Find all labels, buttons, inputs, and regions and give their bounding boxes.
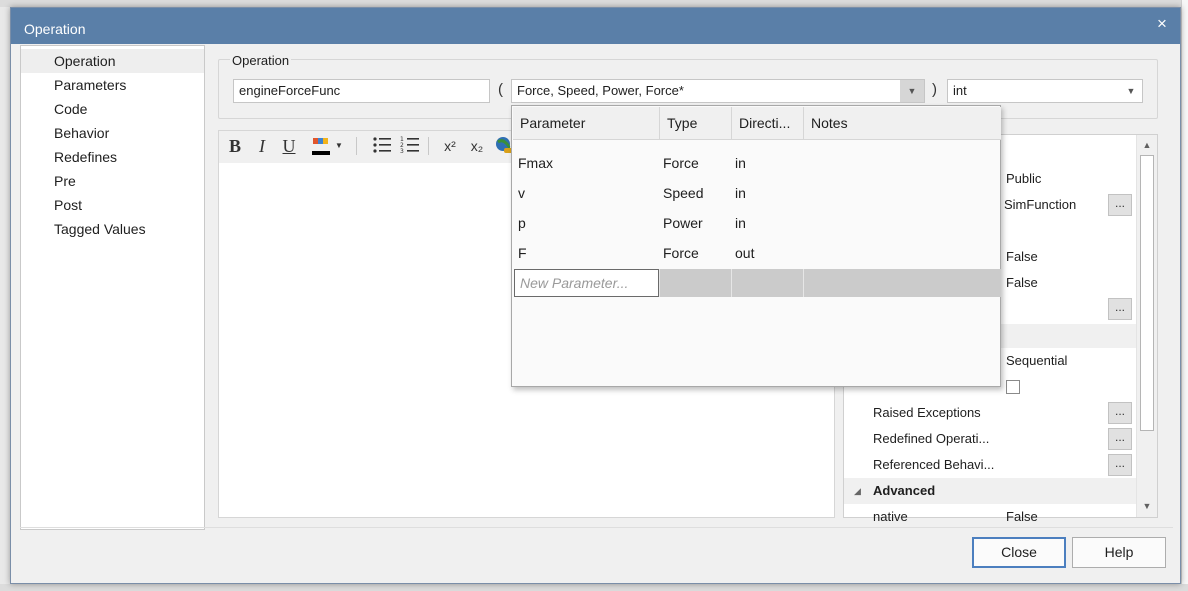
new-parameter-input[interactable]: New Parameter...: [514, 269, 659, 297]
operation-group-label: Operation: [230, 53, 292, 68]
param-type: Force: [663, 245, 699, 261]
param-name: Fmax: [518, 155, 553, 171]
param-direction: in: [735, 215, 746, 231]
close-paren: ): [932, 81, 937, 98]
subscript-button[interactable]: x₂: [466, 135, 488, 157]
param-direction: in: [735, 185, 746, 201]
new-parameter-notes-cell[interactable]: [803, 269, 1001, 297]
table-row[interactable]: Fmax Force in: [513, 148, 1001, 178]
return-type-combo[interactable]: int ▼: [947, 79, 1143, 103]
bullet-list-icon[interactable]: [371, 135, 393, 157]
close-icon[interactable]: ×: [1151, 13, 1173, 35]
property-value: False: [1006, 249, 1038, 264]
param-type: Power: [663, 215, 703, 231]
dialog-titlebar[interactable]: Operation ×: [11, 8, 1180, 44]
column-header-notes[interactable]: Notes: [804, 107, 1001, 140]
operation-name-input[interactable]: engineForceFunc: [233, 79, 490, 103]
category-label: Advanced: [873, 483, 936, 498]
numbered-list-icon[interactable]: 123: [399, 135, 421, 157]
ellipsis-button[interactable]: ...: [1108, 428, 1132, 450]
footer-divider: [20, 527, 1173, 528]
param-name: v: [518, 185, 525, 201]
column-header-direction[interactable]: Directi...: [732, 107, 804, 140]
nav-item-operation[interactable]: Operation: [21, 49, 204, 73]
font-color-icon[interactable]: [309, 135, 333, 157]
nav-item-post[interactable]: Post: [21, 193, 204, 217]
param-name: F: [518, 245, 527, 261]
operation-dialog: Operation × Operation Parameters Code Be…: [10, 7, 1181, 584]
ellipsis-button[interactable]: ...: [1108, 298, 1132, 320]
chevron-down-icon[interactable]: ▼: [900, 80, 924, 102]
nav-item-pre[interactable]: Pre: [21, 169, 204, 193]
property-value: False: [1006, 275, 1038, 290]
param-direction: out: [735, 245, 755, 261]
dialog-title: Operation: [24, 21, 86, 37]
parameters-table-header: Parameter Type Directi... Notes: [513, 107, 1001, 140]
parameters-dropdown: Parameter Type Directi... Notes Fmax For…: [511, 105, 1001, 387]
param-type: Speed: [663, 185, 704, 201]
background-bottom-strip: [0, 584, 1188, 591]
nav-item-tagged-values[interactable]: Tagged Values: [21, 217, 204, 241]
property-name: Referenced Behavi...: [873, 457, 995, 472]
ellipsis-button[interactable]: ...: [1108, 194, 1132, 216]
nav-item-code[interactable]: Code: [21, 97, 204, 121]
parameters-summary: Force, Speed, Power, Force*: [517, 83, 684, 98]
background-toolbar: [0, 0, 1188, 7]
scroll-down-icon[interactable]: ▼: [1137, 498, 1157, 515]
param-type: Force: [663, 155, 699, 171]
open-paren: (: [498, 81, 503, 98]
new-parameter-row[interactable]: New Parameter...: [513, 269, 1001, 297]
bold-button[interactable]: B: [224, 135, 246, 157]
property-value: SimFunction: [1004, 197, 1077, 212]
chevron-down-icon[interactable]: ▼: [1120, 80, 1142, 102]
toolbar-separator: [428, 137, 429, 155]
property-name: Raised Exceptions: [873, 405, 981, 420]
column-header-type[interactable]: Type: [660, 107, 732, 140]
param-direction: in: [735, 155, 746, 171]
property-name: Redefined Operati...: [873, 431, 990, 446]
ellipsis-button[interactable]: ...: [1108, 454, 1132, 476]
nav-item-redefines[interactable]: Redefines: [21, 145, 204, 169]
nav-item-behavior[interactable]: Behavior: [21, 121, 204, 145]
section-navigation: Operation Parameters Code Behavior Redef…: [20, 45, 205, 530]
return-type-value: int: [953, 83, 967, 98]
nav-item-parameters[interactable]: Parameters: [21, 73, 204, 97]
ellipsis-button[interactable]: ...: [1108, 402, 1132, 424]
background-side-panel: [1181, 0, 1188, 591]
property-row[interactable]: Redefined Operati... ...: [844, 426, 1136, 452]
property-value: Sequential: [1006, 353, 1068, 368]
table-row[interactable]: v Speed in: [513, 178, 1001, 208]
table-row[interactable]: p Power in: [513, 208, 1001, 238]
column-header-parameter[interactable]: Parameter: [513, 107, 660, 140]
scroll-up-icon[interactable]: ▲: [1137, 137, 1157, 154]
new-parameter-type-cell[interactable]: [659, 269, 731, 297]
property-category-advanced[interactable]: ◢ Advanced: [844, 478, 1136, 504]
property-row[interactable]: Referenced Behavi... ...: [844, 452, 1136, 478]
italic-button[interactable]: I: [251, 135, 273, 157]
table-row[interactable]: F Force out: [513, 238, 1001, 268]
toolbar-separator: [356, 137, 357, 155]
property-grid-scrollbar[interactable]: ▲ ▼: [1136, 135, 1157, 517]
close-button[interactable]: Close: [972, 537, 1066, 568]
property-row[interactable]: Raised Exceptions ...: [844, 400, 1136, 426]
property-checkbox[interactable]: [1006, 380, 1020, 394]
chevron-down-icon[interactable]: ▼: [333, 135, 345, 157]
param-name: p: [518, 215, 526, 231]
property-value: Public: [1006, 171, 1042, 186]
new-parameter-direction-cell[interactable]: [731, 269, 803, 297]
parameters-combo[interactable]: Force, Speed, Power, Force* ▼: [511, 79, 925, 103]
svg-text:3: 3: [400, 148, 404, 155]
underline-button[interactable]: U: [278, 135, 300, 157]
scrollbar-thumb[interactable]: [1140, 155, 1154, 431]
superscript-button[interactable]: x²: [439, 135, 461, 157]
collapse-triangle-icon[interactable]: ◢: [854, 478, 861, 504]
help-button[interactable]: Help: [1072, 537, 1166, 568]
